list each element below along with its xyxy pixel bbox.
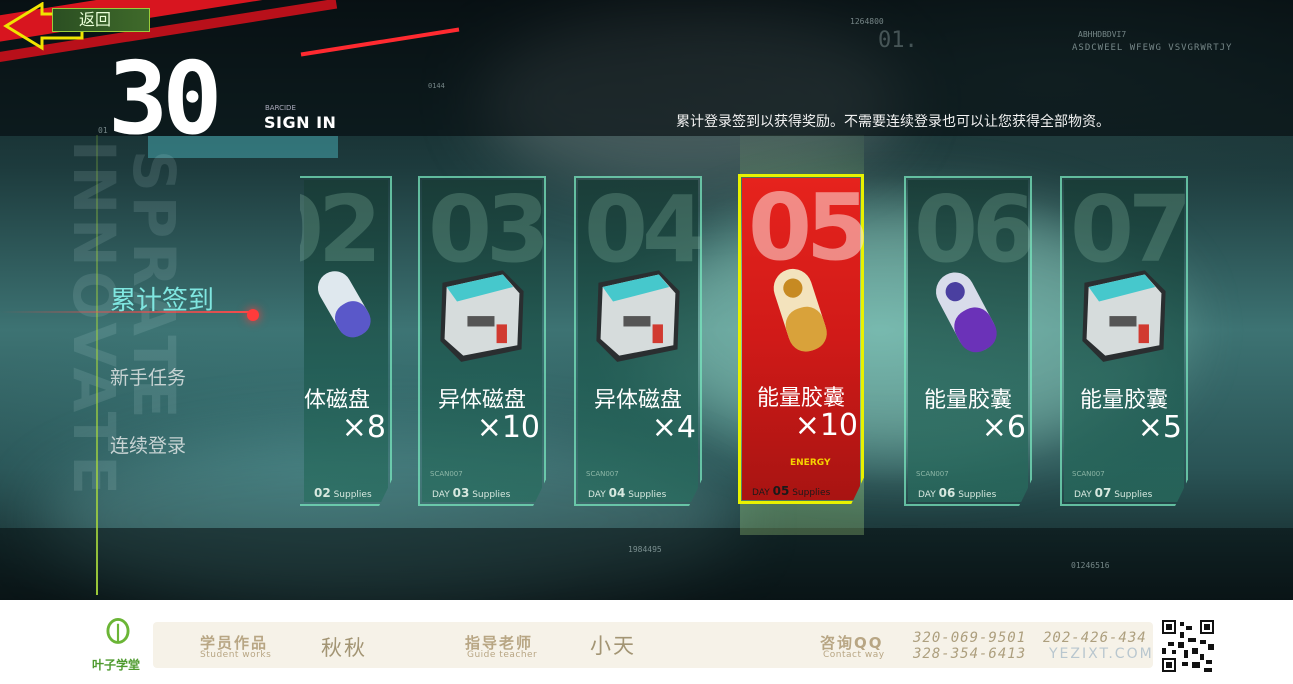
card-supplies: Supplies [472,490,511,500]
card-day-label: DAY 03 Supplies [432,486,510,500]
title-number: 30 [108,40,222,157]
card-scan-code: SCAN007 [586,470,619,478]
info-bar: 学员作品 Student works 秋秋 指导老师 Guide teacher… [153,622,1153,668]
deco-number: 1984495 [628,545,662,554]
teacher-label-en: Guide teacher [467,650,538,660]
student-label-en: Student works [200,650,272,660]
card-supplies: Supplies [792,488,831,498]
card-day-label: DAY 06 Supplies [918,486,996,500]
card-day: 04 [608,486,626,500]
disk-module-icon [440,270,524,362]
deco-number: 01. [878,28,918,53]
card-day-label: 02 Supplies [314,486,372,500]
website: YEZIXT.COM [1049,646,1154,662]
card-supplies: Supplies [958,490,997,500]
card-scan-code: SCAN007 [916,470,949,478]
card-supplies: Supplies [1114,490,1153,500]
footer-credits-bar: 叶子学堂 学员作品 Student works 秋秋 指导老师 Guide te… [0,600,1293,684]
student-name: 秋秋 [321,636,367,660]
card-day-label: DAY 04 Supplies [588,486,666,500]
logo-text: 叶子学堂 [92,658,141,672]
card-day: 06 [938,486,956,500]
card-day-prefix: DAY [752,488,770,498]
menu-item-cumulative-signin[interactable]: 累计签到 [110,280,214,317]
reward-card-day-06[interactable]: 06 能量胶囊 ×6 SCAN007 DAY 06 Supplies [904,176,1032,506]
deco-number: 01246516 [1071,561,1110,570]
back-label: 返回 [52,8,150,32]
deco-code-line: ASDCWEEL WFEWG VSVGRWRTJY [1072,43,1233,53]
card-item-qty: ×6 [981,410,1026,445]
card-day-prefix: DAY [588,490,606,500]
title-small-text: BARCIDE [265,104,296,112]
contact-label-en: Contact way [823,650,885,660]
card-item-qty: ×10 [794,408,858,443]
qr-code-icon[interactable] [1160,618,1216,674]
deco-number: 0144 [428,82,445,90]
menu-item-newbie-tasks[interactable]: 新手任务 [110,363,186,390]
card-item-qty: ×4 [651,410,696,445]
title-text: SIGN IN [264,113,337,132]
description: 累计登录签到以获得奖励。不需要连续登录也可以让您获得全部物资。 [676,114,1110,130]
card-supplies: Supplies [333,490,372,500]
reward-card-day-05-selected[interactable]: 05 能量胶囊 ×10 ENERGY DAY 05 Supplies [738,174,864,504]
card-item-qty: ×10 [476,410,540,445]
reward-card-day-02[interactable]: 02 体磁盘 ×8 02 Supplies [300,176,392,506]
capsule-purple-icon [935,272,997,353]
disk-module-icon [1082,270,1166,362]
card-day-label: DAY 05 Supplies [752,484,830,498]
card-day-prefix: DAY [1074,490,1092,500]
capsule-gold-icon [773,268,827,352]
card-day: 02 [314,486,331,500]
card-day-label: DAY 07 Supplies [1074,486,1152,500]
card-item-qty: ×8 [341,410,386,445]
card-scan-code: SCAN007 [1072,470,1105,478]
card-day-prefix: DAY [918,490,936,500]
reward-card-day-07[interactable]: 07 能量胶囊 ×5 SCAN007 DAY 07 Supplies [1060,176,1188,506]
deco-number: 1264800 [850,17,884,26]
phone-3: 328-354-6413 [913,646,1027,662]
reward-card-day-03[interactable]: 03 异体磁盘 ×10 SCAN007 DAY 03 Supplies [418,176,546,506]
phone-1: 320-069-9501 [913,630,1027,646]
card-day: 07 [1094,486,1112,500]
active-indicator-dot [247,309,259,321]
menu-item-consecutive-login[interactable]: 连续登录 [110,431,186,458]
deco-number: 01 [98,126,108,135]
card-day: 03 [452,486,470,500]
back-button[interactable]: 返回 [0,2,150,51]
sidebar-line [96,135,98,595]
card-scan-code: SCAN007 [430,470,463,478]
disk-module-icon [596,270,680,362]
card-supplies: Supplies [628,490,667,500]
game-scene: ABHHDBDVI7 ASDCWEEL WFEWG VSVGRWRTJY 126… [0,0,1293,600]
capsule-blue-icon [317,271,371,338]
deco-code: ABHHDBDVI7 [1078,30,1127,39]
card-day: 05 [772,484,790,498]
card-scan-code: ENERGY [790,458,831,468]
teacher-name: 小天 [590,634,636,658]
reward-card-day-04[interactable]: 04 异体磁盘 ×4 SCAN007 DAY 04 Supplies [574,176,702,506]
card-day-prefix: DAY [432,490,450,500]
card-item-qty: ×5 [1137,410,1182,445]
phone-2: 202-426-434 [1043,630,1147,646]
leaf-logo-icon [106,618,130,644]
